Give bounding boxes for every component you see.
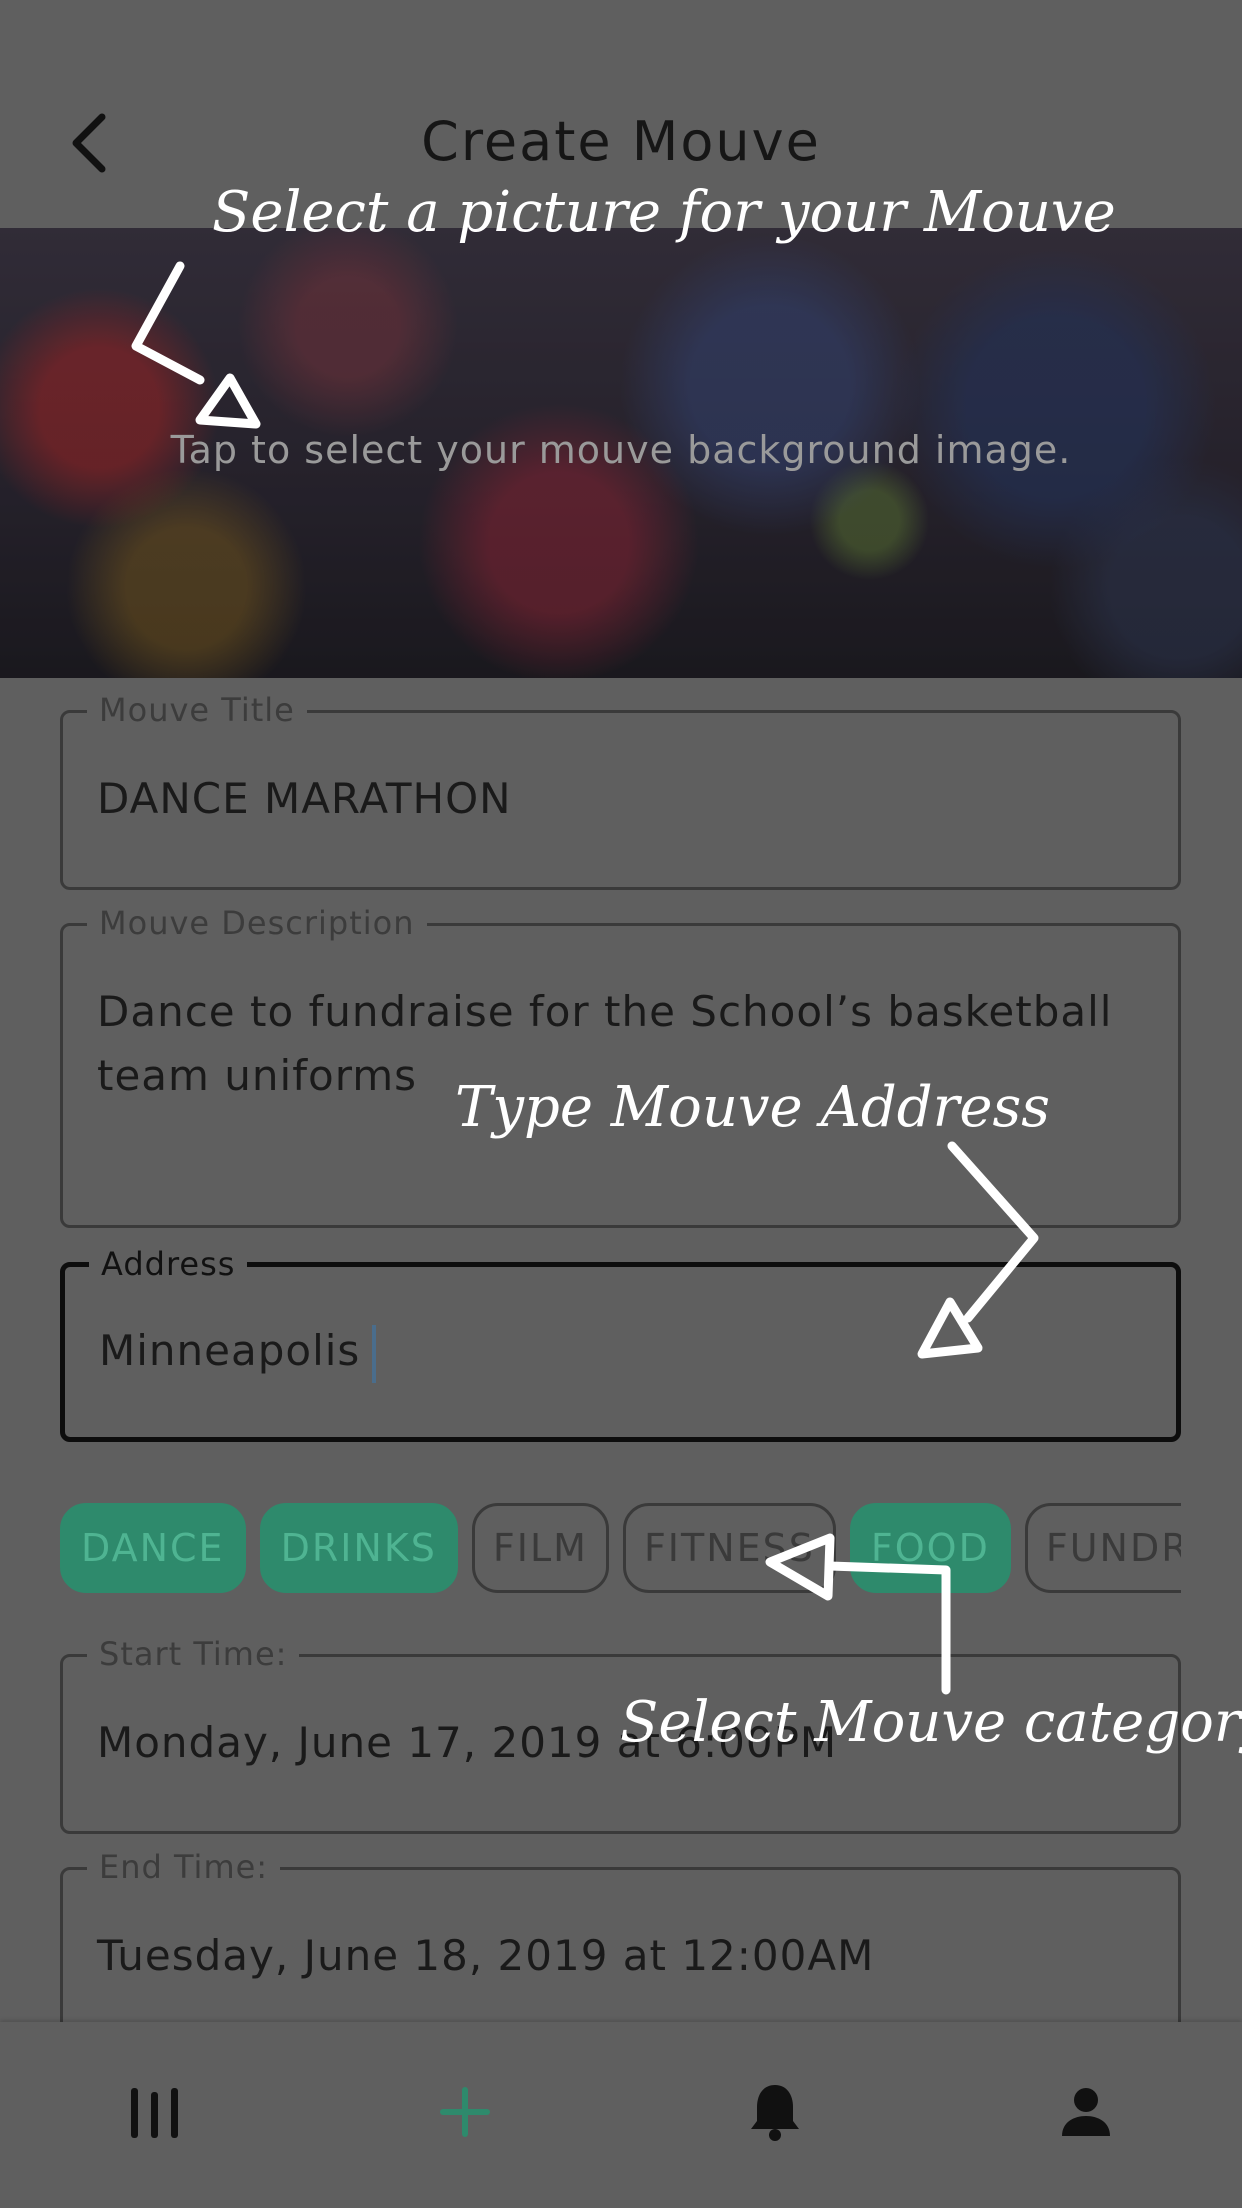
arrow-category-icon <box>765 1533 951 1695</box>
